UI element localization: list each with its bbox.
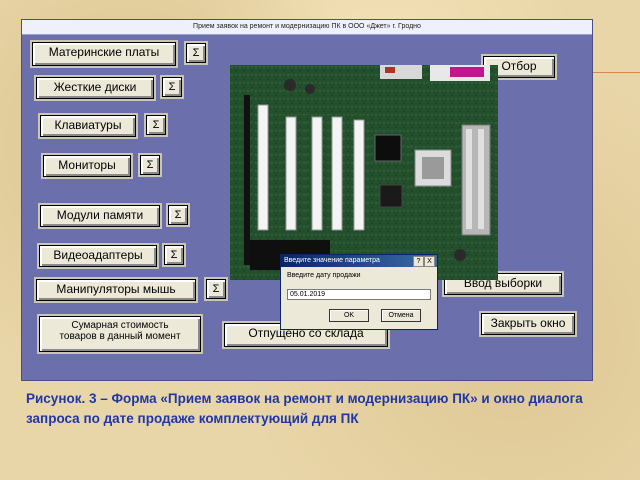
form-window: Прием заявок на ремонт и модернизацию ПК… — [22, 20, 592, 380]
dialog-close-button[interactable]: X — [424, 256, 435, 267]
motherboard-image — [230, 65, 498, 280]
hard-drives-sum-button[interactable]: Σ — [162, 77, 182, 97]
decorative-line — [592, 72, 640, 73]
video-adapters-button[interactable]: Видеоадаптеры — [39, 245, 157, 267]
hard-drives-button[interactable]: Жесткие диски — [36, 77, 154, 99]
dialog-title: Введите значение параметра — [284, 257, 380, 264]
dialog-ok-button[interactable]: OK — [329, 309, 369, 322]
total-cost-line1: Сумарная стоимость — [71, 320, 169, 331]
window-title: Прием заявок на ремонт и модернизацию ПК… — [22, 20, 592, 35]
mice-button[interactable]: Манипуляторы мышь — [36, 279, 196, 301]
close-window-button[interactable]: Закрыть окно — [481, 313, 575, 335]
monitors-sum-button[interactable]: Σ — [140, 155, 160, 175]
memory-sum-button[interactable]: Σ — [168, 205, 188, 225]
video-adapters-sum-button[interactable]: Σ — [164, 245, 184, 265]
mice-sum-button[interactable]: Σ — [206, 279, 226, 299]
total-cost-line2: товаров в данный момент — [59, 331, 181, 342]
motherboard-illustration — [230, 65, 498, 280]
monitors-button[interactable]: Мониторы — [43, 155, 131, 177]
total-cost-button[interactable]: Сумарная стоимость товаров в данный моме… — [39, 316, 201, 352]
figure-caption: Рисунок. 3 – Форма «Прием заявок на ремо… — [26, 391, 583, 426]
dialog-cancel-button[interactable]: Отмена — [381, 309, 421, 322]
motherboards-sum-button[interactable]: Σ — [186, 43, 206, 63]
motherboards-button[interactable]: Материнские платы — [32, 42, 176, 66]
keyboards-button[interactable]: Клавиатуры — [40, 115, 136, 137]
sale-date-input[interactable] — [287, 289, 431, 300]
dialog-help-button[interactable]: ? — [413, 256, 424, 267]
keyboards-sum-button[interactable]: Σ — [146, 115, 166, 135]
dialog-prompt: Введите дату продажи — [287, 272, 361, 279]
memory-button[interactable]: Модули памяти — [40, 205, 160, 227]
dialog-titlebar: Введите значение параметра ? X — [281, 255, 437, 267]
parameter-dialog: Введите значение параметра ? X Введите д… — [280, 254, 438, 330]
